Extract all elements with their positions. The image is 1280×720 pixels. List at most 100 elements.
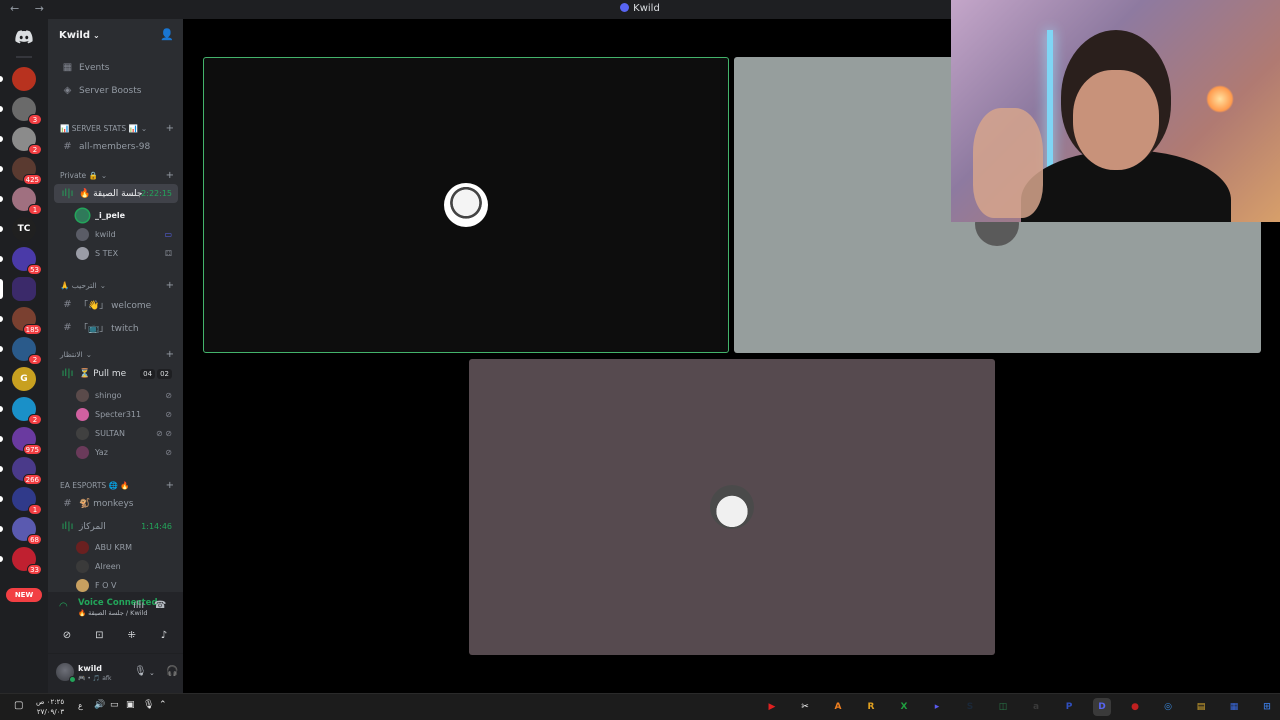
- category-welcome[interactable]: 🙏 الترحيب ⌄ +: [60, 278, 178, 292]
- server-label: G: [20, 374, 28, 384]
- voice-channel-center[interactable]: ıl|ı المركاز 1:14:46: [54, 517, 178, 536]
- channel-twitch[interactable]: # 「📺」 twitch: [54, 318, 178, 337]
- channel-monkeys[interactable]: # 🐒 monkeys: [54, 494, 178, 513]
- channel-label: 「👋」 welcome: [79, 301, 152, 311]
- voice-channel-private[interactable]: ıl|ı 🔥 جلسة الصيقة 2:22:15: [54, 184, 178, 203]
- signal-icon[interactable]: ◠: [59, 601, 68, 612]
- noise-suppression-icon[interactable]: ıllı: [133, 600, 144, 611]
- taskbar-app-icon[interactable]: ◎: [1159, 698, 1177, 716]
- language-indicator[interactable]: ع: [78, 701, 83, 710]
- hash-icon: #: [63, 299, 72, 310]
- disconnect-icon[interactable]: ☎: [154, 600, 166, 611]
- display-icon[interactable]: ▣: [126, 700, 135, 710]
- taskbar-app-icon[interactable]: ▦: [1225, 698, 1243, 716]
- server-icon[interactable]: 975: [0, 427, 42, 455]
- camera-off-button[interactable]: ⊘: [53, 626, 81, 644]
- avatar: [444, 183, 488, 227]
- voice-user-name: shingo: [95, 390, 122, 400]
- unread-indicator: [0, 496, 3, 502]
- soundboard-button[interactable]: ♪: [150, 626, 178, 644]
- taskbar-app-icon[interactable]: A: [829, 698, 847, 716]
- participant-tile[interactable]: [469, 359, 995, 655]
- add-member-icon[interactable]: 👤: [160, 28, 174, 41]
- category-server-stats[interactable]: 📊 SERVER STATS 📊 ⌄ +: [60, 121, 178, 135]
- taskbar-app-icon[interactable]: ◫: [994, 698, 1012, 716]
- server-icon[interactable]: [0, 277, 36, 301]
- server-icon[interactable]: 425: [0, 157, 42, 185]
- microphone-icon[interactable]: 🎙: [134, 666, 147, 677]
- server-icon[interactable]: G: [0, 367, 36, 391]
- voice-user-name: _i_pele: [95, 210, 126, 220]
- server-icon[interactable]: 1: [0, 187, 42, 215]
- add-channel-icon[interactable]: +: [166, 349, 174, 360]
- category-waiting[interactable]: الانتظار ⌄ +: [60, 347, 178, 361]
- server-icon[interactable]: 185: [0, 307, 42, 335]
- username[interactable]: kwild: [78, 664, 102, 673]
- server-icon[interactable]: 2: [0, 127, 42, 155]
- volume-icon[interactable]: 🔊: [94, 700, 105, 710]
- voice-user[interactable]: S TEX ⚃: [76, 244, 178, 262]
- voice-user[interactable]: Alreen: [76, 557, 178, 575]
- taskbar-app-icon[interactable]: X: [895, 698, 913, 716]
- voice-user[interactable]: kwild ▭: [76, 225, 178, 243]
- taskbar-app-icon[interactable]: ⊞: [1258, 698, 1276, 716]
- chevron-down-icon[interactable]: ⌄: [149, 669, 155, 677]
- screen-share-button[interactable]: ⊡: [85, 626, 113, 644]
- taskbar-app-icon[interactable]: P: [1060, 698, 1078, 716]
- server-boosts-item[interactable]: ◈ Server Boosts: [54, 81, 178, 100]
- voice-user[interactable]: Specter311 ⊘: [76, 405, 178, 423]
- taskbar-app-icon[interactable]: S: [961, 698, 979, 716]
- server-icon[interactable]: 2: [0, 337, 42, 365]
- clock[interactable]: ٠٢:٢٥ ص ٢٧/٠٩/٠٣: [36, 697, 64, 717]
- network-icon[interactable]: ▭: [110, 700, 119, 710]
- voice-timer: 1:14:46: [141, 522, 172, 531]
- voice-user[interactable]: _i_pele: [76, 206, 178, 224]
- server-icon[interactable]: 53: [0, 247, 42, 275]
- add-channel-icon[interactable]: +: [166, 280, 174, 291]
- taskbar-app-icon[interactable]: a: [1027, 698, 1045, 716]
- taskbar-app-icon[interactable]: ✂: [796, 698, 814, 716]
- category-private[interactable]: Private 🔒 ⌄ +: [60, 168, 178, 182]
- chevron-up-icon[interactable]: ⌃: [159, 700, 167, 710]
- voice-user[interactable]: Yaz ⊘: [76, 443, 178, 461]
- server-icon[interactable]: 266: [0, 457, 42, 485]
- notification-icon[interactable]: ▢: [14, 700, 23, 711]
- server-icon[interactable]: TC: [0, 217, 36, 241]
- voice-status[interactable]: Voice Connected: [78, 598, 158, 608]
- led-light: [1047, 30, 1053, 180]
- taskbar-app-icon[interactable]: D: [1093, 698, 1111, 716]
- server-icon[interactable]: 68: [0, 517, 42, 545]
- activities-button[interactable]: ⁜: [118, 626, 146, 644]
- participant-tile-speaking[interactable]: [203, 57, 729, 353]
- server-icon[interactable]: 2: [0, 397, 42, 425]
- microphone-icon[interactable]: 🎙: [143, 700, 154, 710]
- voice-channel-pull-me[interactable]: ıl|ı ⏳ Pull me 04 02: [54, 364, 178, 383]
- server-icon[interactable]: 33: [0, 547, 42, 575]
- server-icon[interactable]: 3: [0, 97, 42, 125]
- add-channel-icon[interactable]: +: [166, 170, 174, 181]
- server-icon[interactable]: 1: [0, 487, 42, 515]
- channel-all-members[interactable]: # all-members-98: [54, 137, 178, 156]
- avatar: [76, 445, 89, 459]
- new-badge[interactable]: NEW: [6, 588, 42, 602]
- taskbar-app-icon[interactable]: ▤: [1192, 698, 1210, 716]
- add-channel-icon[interactable]: +: [166, 480, 174, 491]
- taskbar-app-icon[interactable]: ●: [1126, 698, 1144, 716]
- voice-user[interactable]: shingo ⊘: [76, 386, 178, 404]
- channel-welcome[interactable]: # 「👋」 welcome: [54, 295, 178, 314]
- category-ea-esports[interactable]: EA ESPORTS 🌐 🔥 +: [60, 478, 178, 492]
- avatar[interactable]: [56, 663, 76, 683]
- headphones-icon[interactable]: 🎧: [166, 666, 178, 677]
- events-item[interactable]: ▦ Events: [54, 58, 178, 77]
- guild-header[interactable]: Kwild ⌄ 👤: [48, 19, 183, 51]
- add-channel-icon[interactable]: +: [166, 123, 174, 134]
- taskbar-app-icon[interactable]: ▶: [763, 698, 781, 716]
- channel-sidebar: Kwild ⌄ 👤 ▦ Events ◈ Server Boosts 📊 SERVER…: [48, 19, 183, 693]
- user-count: 04: [140, 368, 156, 379]
- voice-user[interactable]: SULTAN ⊘ ⊘: [76, 424, 178, 442]
- voice-user[interactable]: ABU KRM: [76, 538, 178, 556]
- taskbar-app-icon[interactable]: ▸: [928, 698, 946, 716]
- taskbar-app-icon[interactable]: R: [862, 698, 880, 716]
- server-icon[interactable]: [0, 67, 36, 91]
- discord-home-icon[interactable]: [12, 25, 36, 49]
